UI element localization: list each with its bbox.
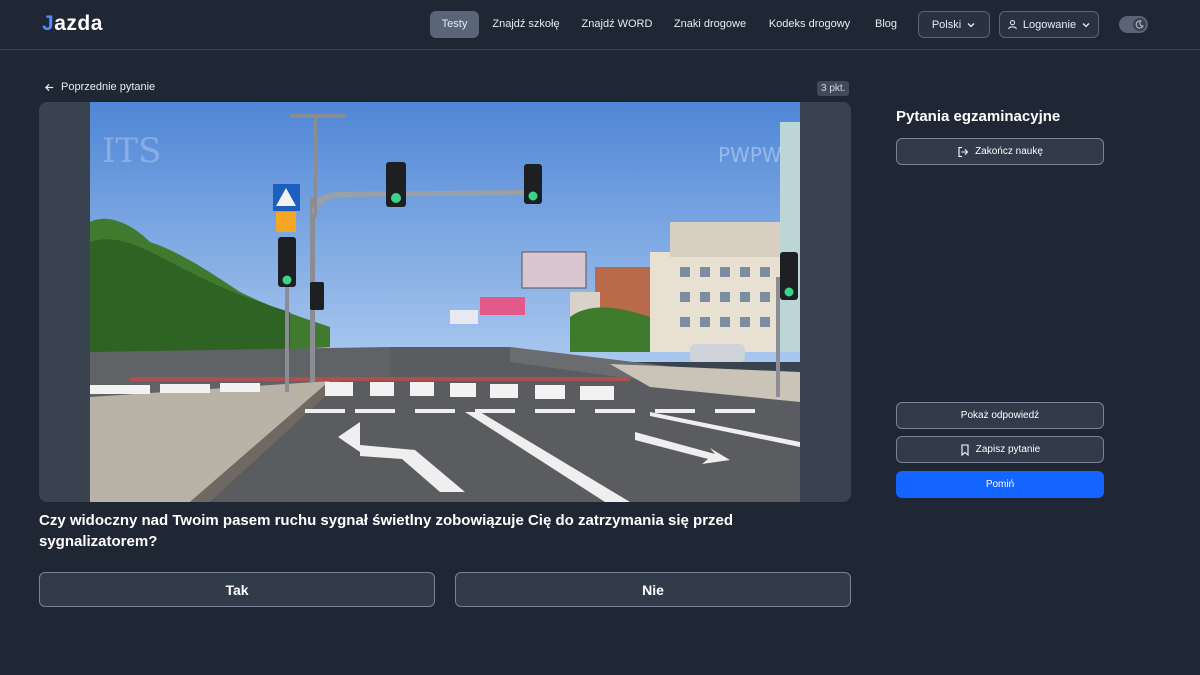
svg-text:ITS: ITS (102, 131, 161, 171)
login-menu[interactable]: Logowanie (999, 11, 1099, 38)
answer-yes-button[interactable]: Tak (39, 572, 435, 607)
answer-no-button[interactable]: Nie (455, 572, 851, 607)
nav-znaki-drogowe[interactable]: Znaki drogowe (672, 11, 748, 38)
arrow-left-icon (44, 83, 54, 91)
question-image-frame: ITS PWPW (39, 102, 851, 502)
show-answer-button[interactable]: Pokaż odpowiedź (896, 402, 1104, 429)
previous-question-link[interactable]: Poprzednie pytanie (44, 81, 155, 93)
skip-button[interactable]: Pomiń (896, 471, 1104, 498)
skip-label: Pomiń (985, 479, 1015, 490)
logo[interactable]: Jazda (42, 12, 103, 36)
user-icon (1008, 20, 1017, 30)
login-label: Logowanie (1022, 18, 1077, 31)
language-label: Polski (931, 18, 962, 31)
nav-blog[interactable]: Blog (871, 11, 901, 38)
nav-znajdz-word[interactable]: Znajdź WORD (580, 11, 654, 38)
logo-mark: J (42, 12, 55, 35)
previous-question-label: Poprzednie pytanie (61, 81, 156, 93)
show-answer-label: Pokaż odpowiedź (960, 410, 1040, 421)
finish-learning-label: Zakończ naukę (975, 146, 1043, 157)
save-question-label: Zapisz pytanie (975, 444, 1041, 455)
finish-learning-button[interactable]: Zakończ naukę (896, 138, 1104, 165)
chevron-down-icon (967, 22, 975, 27)
theme-toggle[interactable] (1119, 16, 1148, 33)
svg-text:PWPW: PWPW (718, 143, 782, 167)
nav-znajdz-szkole[interactable]: Znajdź szkołę (490, 11, 562, 38)
language-select[interactable]: Polski (918, 11, 990, 38)
question-text: Czy widoczny nad Twoim pasem ruchu sygna… (39, 512, 734, 550)
logout-icon (958, 146, 969, 157)
save-question-button[interactable]: Zapisz pytanie (896, 436, 1104, 463)
bookmark-icon (961, 443, 969, 456)
sidebar-title: Pytania egzaminacyjne (896, 108, 1061, 125)
points-badge: 3 pkt. (817, 81, 850, 96)
question-image: ITS PWPW (90, 102, 800, 502)
nav-kodeks-drogowy[interactable]: Kodeks drogowy (766, 11, 853, 38)
top-navbar: Jazda Testy Znajdź szkołę Znajdź WORD Zn… (0, 0, 1200, 50)
moon-icon (1135, 20, 1144, 29)
chevron-down-icon (1082, 22, 1090, 27)
nav-testy[interactable]: Testy (430, 11, 479, 38)
